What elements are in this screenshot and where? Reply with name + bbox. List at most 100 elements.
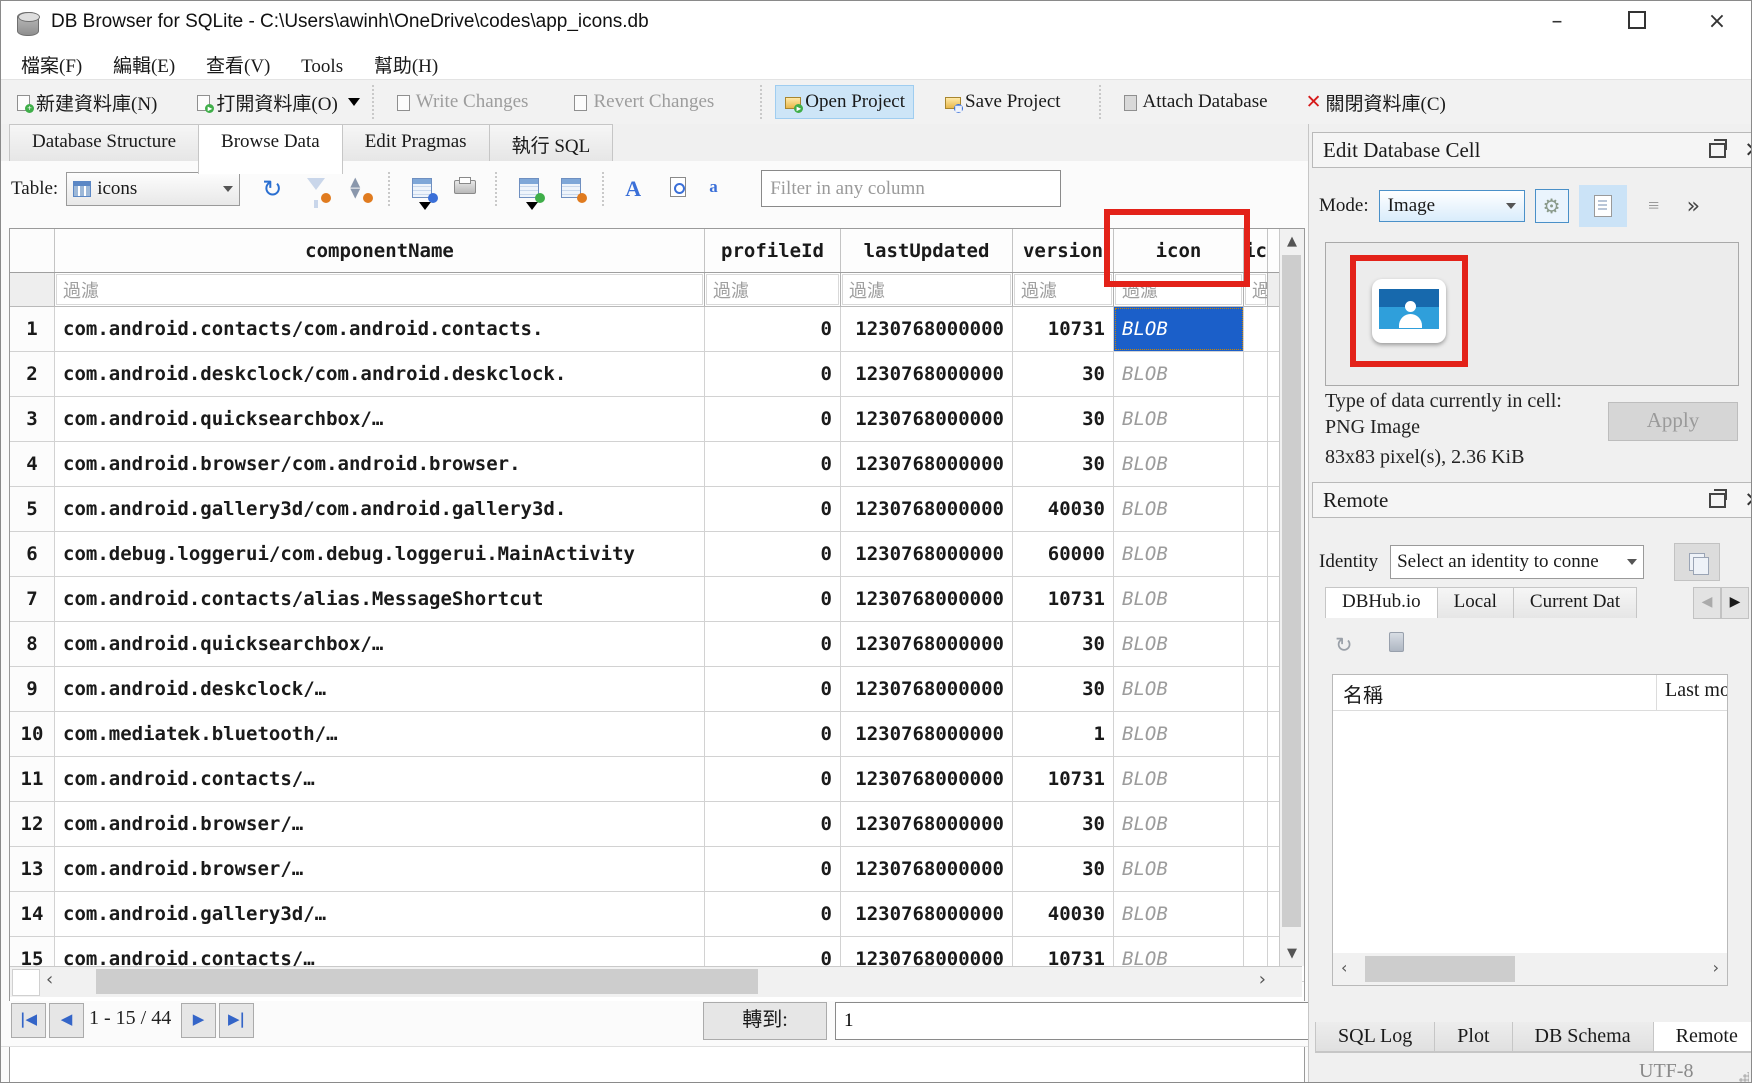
cell-partial-column[interactable] [1244,397,1268,441]
remote-scroll-thumb[interactable] [1365,956,1515,982]
cell-version[interactable]: 40030 [1013,487,1114,531]
cell-lastUpdated[interactable]: 1230768000000 [841,577,1013,621]
tab-plot[interactable]: Plot [1434,1022,1512,1052]
menu-help[interactable]: 幫助(H) [368,50,444,79]
cell-version[interactable]: 30 [1013,442,1114,486]
filter-componentName[interactable]: 過濾 [55,273,705,306]
tab-edit-pragmas[interactable]: Edit Pragmas [342,124,490,161]
tab-sql-log[interactable]: SQL Log [1315,1022,1435,1052]
edit-display-format-button[interactable]: A [625,176,651,202]
cell-version[interactable]: 60000 [1013,532,1114,576]
save-filters-button[interactable]: ▲▼ [346,176,372,202]
save-project-button[interactable]: ▦ Save Project [936,86,1069,118]
row-number[interactable]: 11 [10,757,55,801]
scroll-right-icon[interactable]: › [1713,958,1719,977]
cell-version[interactable]: 1 [1013,712,1114,756]
cell-icon-blob[interactable]: BLOB [1114,577,1244,621]
cell-profileId[interactable]: 0 [705,532,841,576]
tab-execute-sql[interactable]: 執行 SQL [489,124,614,161]
cell-partial-column[interactable] [1244,757,1268,801]
maximize-button[interactable] [1615,7,1659,39]
cell-componentName[interactable]: com.android.quicksearchbox/… [55,622,705,666]
row-number[interactable]: 3 [10,397,55,441]
horizontal-scrollbar[interactable]: ‹ › [10,966,1302,997]
cell-profileId[interactable]: 0 [705,892,841,936]
more-tools-button[interactable]: » [1687,194,1700,219]
cell-profileId[interactable]: 0 [705,757,841,801]
header-version[interactable]: version [1013,229,1114,272]
cell-icon-blob[interactable]: BLOB [1114,892,1244,936]
header-lastUpdated[interactable]: lastUpdated [841,229,1013,272]
previous-record-button[interactable]: ◀ [49,1003,84,1038]
menu-file[interactable]: 檔案(F) [15,50,88,79]
close-panel-icon[interactable]: ✕ [1744,490,1752,510]
cell-lastUpdated[interactable]: 1230768000000 [841,307,1013,351]
cell-componentName[interactable]: com.android.deskclock/com.android.deskcl… [55,352,705,396]
cell-lastUpdated[interactable]: 1230768000000 [841,352,1013,396]
cell-componentName[interactable]: com.android.gallery3d/com.android.galler… [55,487,705,531]
open-database-dropdown-caret[interactable] [348,98,360,106]
cell-lastUpdated[interactable]: 1230768000000 [841,442,1013,486]
cell-componentName[interactable]: com.android.browser/com.android.browser. [55,442,705,486]
cell-version[interactable]: 10731 [1013,307,1114,351]
cell-profileId[interactable]: 0 [705,847,841,891]
table-select[interactable]: icons [66,172,240,206]
cell-partial-column[interactable] [1244,307,1268,351]
refresh-button[interactable]: ↻ [262,176,288,202]
cell-icon-blob[interactable]: BLOB [1114,847,1244,891]
cell-icon-blob[interactable]: BLOB [1114,307,1244,351]
identity-select[interactable]: Select an identity to conne [1390,545,1644,579]
apply-button[interactable]: Apply [1608,402,1738,441]
remote-col-name[interactable]: 名稱 [1333,675,1657,710]
cell-profileId[interactable]: 0 [705,397,841,441]
float-panel-icon[interactable] [1709,143,1726,158]
last-record-button[interactable]: ▶| [219,1003,254,1038]
write-changes-button[interactable]: Write Changes [387,86,537,118]
cell-lastUpdated[interactable]: 1230768000000 [841,667,1013,711]
cell-version[interactable]: 30 [1013,622,1114,666]
vertical-scrollbar[interactable]: ▲ ▼ [1279,229,1304,966]
scroll-right-icon[interactable]: › [1259,969,1266,990]
cell-profileId[interactable]: 0 [705,667,841,711]
row-number[interactable]: 9 [10,667,55,711]
cell-partial-column[interactable] [1244,892,1268,936]
cell-componentName[interactable]: com.android.contacts/alias.MessageShortc… [55,577,705,621]
cell-partial-column[interactable] [1244,622,1268,666]
word-wrap-button[interactable]: ≡ [1637,190,1669,222]
tab-scroll-left-icon[interactable]: ◀ [1693,587,1721,619]
cell-componentName[interactable]: com.mediatek.bluetooth/… [55,712,705,756]
cell-lastUpdated[interactable]: 1230768000000 [841,712,1013,756]
first-record-button[interactable]: |◀ [11,1003,46,1038]
remote-horizontal-scrollbar[interactable]: ‹ › [1333,953,1727,985]
remote-col-last-modified[interactable]: Last mo [1657,675,1727,710]
cell-icon-blob[interactable]: BLOB [1114,667,1244,711]
filter-lastUpdated[interactable]: 過濾 [841,273,1013,306]
import-export-button[interactable]: ⚙ [1535,189,1569,223]
row-number[interactable]: 8 [10,622,55,666]
row-number[interactable]: 7 [10,577,55,621]
horizontal-scroll-thumb[interactable] [96,969,758,994]
vertical-scroll-thumb[interactable] [1282,255,1301,927]
cell-version[interactable]: 30 [1013,667,1114,711]
scroll-up-icon[interactable]: ▲ [1280,234,1304,249]
new-database-button[interactable]: + 新建資料庫(N) [7,84,165,121]
tab-remote[interactable]: Remote [1653,1022,1752,1052]
clone-database-button[interactable] [1674,543,1720,581]
close-database-button[interactable]: ✕ 關閉資料庫(C) [1298,84,1454,121]
cell-partial-column[interactable] [1244,712,1268,756]
cell-lastUpdated[interactable]: 1230768000000 [841,397,1013,441]
row-number[interactable]: 4 [10,442,55,486]
save-table-button[interactable] [411,176,437,202]
cell-partial-column[interactable] [1244,442,1268,486]
row-number[interactable]: 5 [10,487,55,531]
row-number[interactable]: 14 [10,892,55,936]
insert-record-dropdown-caret[interactable] [526,202,538,210]
tab-dbhub[interactable]: DBHub.io [1325,587,1438,618]
open-database-button[interactable]: ▸ 打開資料庫(O) [187,84,345,121]
row-number[interactable]: 2 [10,352,55,396]
header-profileId[interactable]: profileId [705,229,841,272]
header-componentName[interactable]: componentName [55,229,705,272]
header-corner[interactable] [10,229,55,272]
clear-filters-button[interactable] [304,176,330,202]
mode-select[interactable]: Image [1379,190,1525,222]
